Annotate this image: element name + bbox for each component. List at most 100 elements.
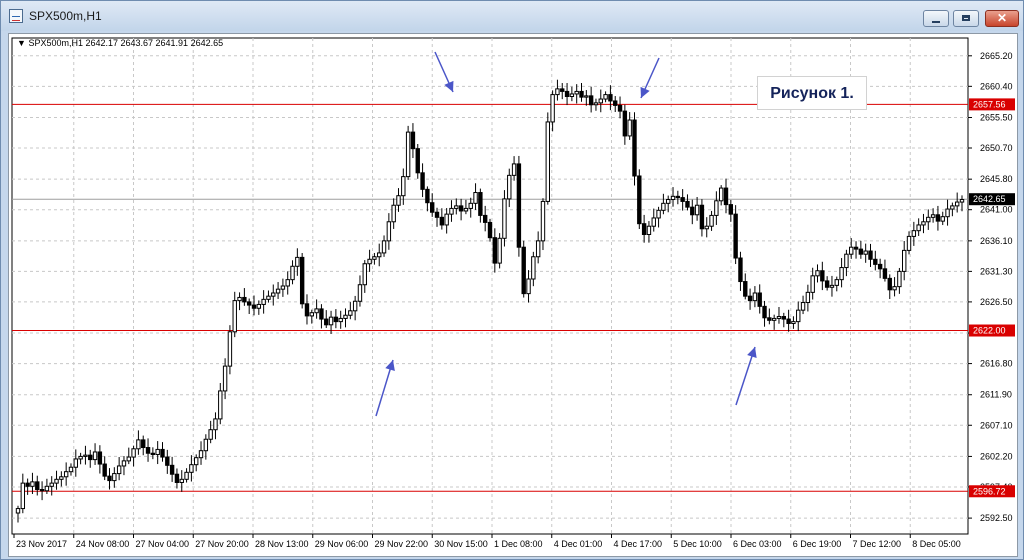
candle-body[interactable] <box>897 270 902 288</box>
candle-body[interactable] <box>844 253 849 269</box>
candle-body[interactable] <box>116 465 122 475</box>
candle-body[interactable] <box>728 204 734 215</box>
candle-body[interactable] <box>415 148 420 174</box>
candle-body[interactable] <box>68 466 74 473</box>
candle-body[interactable] <box>718 187 724 202</box>
candle-body[interactable] <box>815 270 820 277</box>
candle-body[interactable] <box>174 473 180 483</box>
candle-body[interactable] <box>632 119 637 177</box>
candle-body[interactable] <box>853 246 859 250</box>
candle-body[interactable] <box>757 292 762 307</box>
candle-body[interactable] <box>227 331 233 367</box>
candle-body[interactable] <box>786 318 791 325</box>
candle-body[interactable] <box>165 456 170 466</box>
candle-body[interactable] <box>473 192 478 204</box>
candle-body[interactable] <box>959 199 965 203</box>
candle-body[interactable] <box>921 221 926 226</box>
candle-body[interactable] <box>169 464 175 475</box>
candle-body[interactable] <box>858 248 864 255</box>
candle-body[interactable] <box>502 198 507 239</box>
candle-body[interactable] <box>420 172 425 190</box>
candle-body[interactable] <box>266 295 271 300</box>
candle-body[interactable] <box>704 225 709 230</box>
candle-body[interactable] <box>873 258 878 265</box>
candle-body[interactable] <box>560 88 565 92</box>
candle-body[interactable] <box>136 439 141 450</box>
candle-body[interactable] <box>902 249 907 272</box>
candle-body[interactable] <box>88 454 93 461</box>
candle-body[interactable] <box>386 221 392 242</box>
candle-body[interactable] <box>121 460 127 467</box>
candle-body[interactable] <box>179 478 184 483</box>
candle-body[interactable] <box>839 267 844 281</box>
candle-body[interactable] <box>690 206 695 216</box>
candle-body[interactable] <box>189 464 194 473</box>
candle-body[interactable] <box>603 94 608 100</box>
candle-body[interactable] <box>261 298 266 305</box>
candle-body[interactable] <box>641 223 647 235</box>
candle-body[interactable] <box>30 481 35 487</box>
candle-body[interactable] <box>829 284 835 288</box>
candle-body[interactable] <box>709 214 714 227</box>
candle-body[interactable] <box>767 317 772 321</box>
candle-body[interactable] <box>584 95 589 98</box>
candle-body[interactable] <box>651 217 656 227</box>
candle-body[interactable] <box>824 280 830 288</box>
candle-body[interactable] <box>482 214 488 223</box>
candle-body[interactable] <box>39 488 45 492</box>
candle-body[interactable] <box>882 268 888 279</box>
candle-body[interactable] <box>434 211 440 218</box>
candle-body[interactable] <box>810 275 815 293</box>
candle-body[interactable] <box>458 205 464 212</box>
candle-body[interactable] <box>545 121 550 202</box>
candle-body[interactable] <box>242 296 247 303</box>
candle-body[interactable] <box>222 365 228 392</box>
candle-body[interactable] <box>945 208 950 218</box>
candle-body[interactable] <box>213 418 218 431</box>
candle-body[interactable] <box>752 292 758 302</box>
candle-body[interactable] <box>940 216 945 222</box>
candle-body[interactable] <box>930 214 936 218</box>
candle-body[interactable] <box>627 119 632 137</box>
candle-body[interactable] <box>381 240 387 254</box>
minimize-button[interactable] <box>923 10 949 27</box>
price-chart[interactable]: 2665.20 2660.40 2655.50 2650.70 2645.80 2641.… <box>9 34 1017 556</box>
candle-body[interactable] <box>834 279 839 286</box>
candle-body[interactable] <box>507 174 512 200</box>
candle-body[interactable] <box>299 256 305 305</box>
candle-body[interactable] <box>63 471 69 478</box>
candle-body[interactable] <box>738 257 743 283</box>
candle-body[interactable] <box>314 308 319 314</box>
candle-body[interactable] <box>637 175 642 225</box>
candle-body[interactable] <box>574 90 579 95</box>
candle-body[interactable] <box>290 265 295 281</box>
candle-body[interactable] <box>280 285 286 290</box>
candle-body[interactable] <box>425 188 430 204</box>
candle-body[interactable] <box>102 463 107 477</box>
candle-body[interactable] <box>613 100 618 106</box>
candle-body[interactable] <box>877 263 883 270</box>
candle-body[interactable] <box>954 201 960 207</box>
candle-body[interactable] <box>863 250 868 255</box>
candle-body[interactable] <box>593 102 599 106</box>
candle-body[interactable] <box>150 452 156 456</box>
candle-body[interactable] <box>714 200 719 216</box>
candle-body[interactable] <box>405 131 411 178</box>
candle-body[interactable] <box>92 451 98 461</box>
candle-body[interactable] <box>362 263 367 286</box>
candle-body[interactable] <box>232 300 237 333</box>
candle-body[interactable] <box>343 314 348 319</box>
candle-body[interactable] <box>531 256 536 280</box>
candle-body[interactable] <box>463 207 469 212</box>
candle-body[interactable] <box>656 209 661 219</box>
candle-body[interactable] <box>396 195 401 206</box>
candle-body[interactable] <box>511 163 517 176</box>
candle-body[interactable] <box>906 235 912 251</box>
candle-body[interactable] <box>526 278 531 295</box>
candle-body[interactable] <box>309 312 314 317</box>
candle-body[interactable] <box>791 321 796 325</box>
candle-body[interactable] <box>304 303 310 317</box>
candle-body[interactable] <box>588 95 594 106</box>
candle-body[interactable] <box>468 202 473 209</box>
maximize-button[interactable] <box>953 10 979 27</box>
